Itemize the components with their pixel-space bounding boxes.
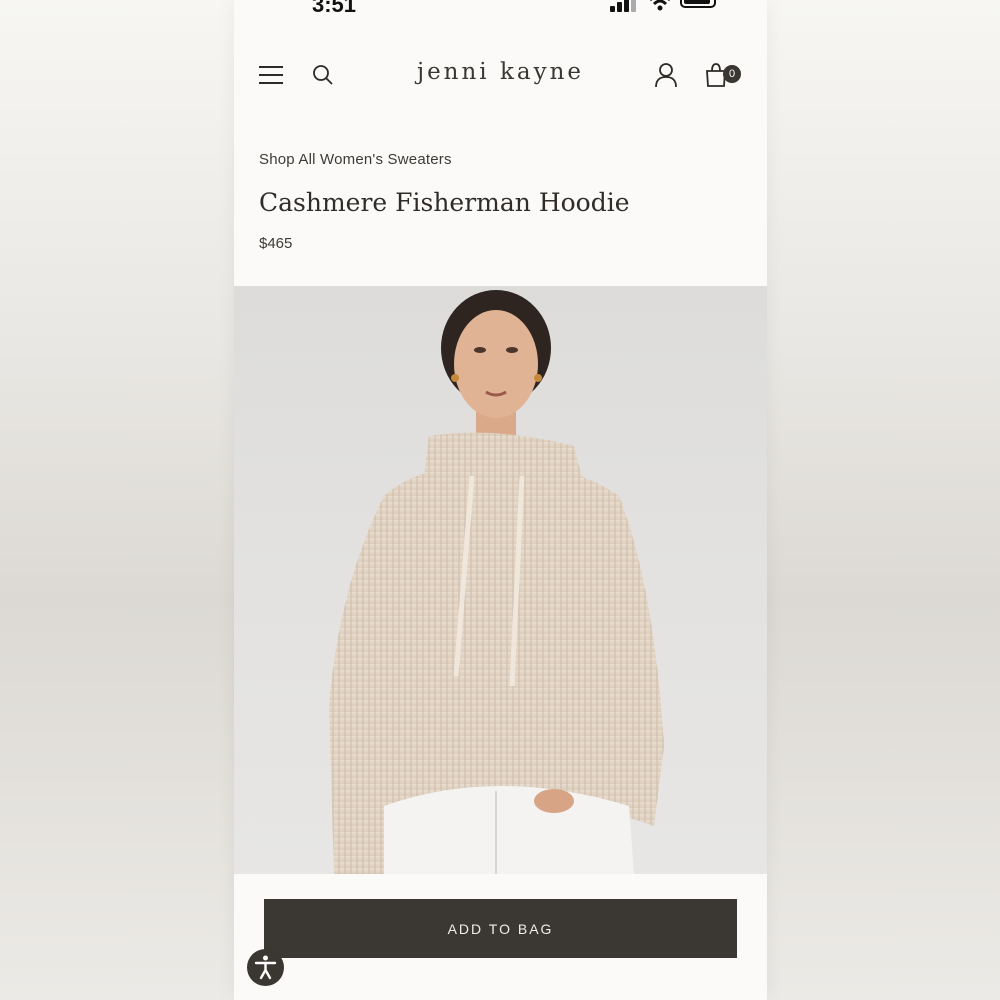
status-icons xyxy=(610,0,720,14)
product-image[interactable] xyxy=(234,286,767,874)
product-photo-illustration xyxy=(329,290,664,874)
battery-icon xyxy=(680,0,716,8)
background-left xyxy=(0,0,234,1000)
site-header: jenni kayne 0 xyxy=(234,55,767,95)
signal-icon xyxy=(610,0,640,12)
background-right xyxy=(767,0,1000,1000)
add-to-bag-button[interactable]: ADD TO BAG xyxy=(264,899,737,958)
brand-logo[interactable]: jenni kayne xyxy=(234,59,767,85)
product-price: $465 xyxy=(259,235,293,252)
product-title: Cashmere Fisherman Hoodie xyxy=(259,188,630,217)
phone-screen: 3:51 jenni kayne 0 Shop All Women's Swea… xyxy=(234,0,767,1000)
breadcrumb[interactable]: Shop All Women's Sweaters xyxy=(259,151,452,168)
account-icon[interactable] xyxy=(654,62,678,88)
status-time: 3:51 xyxy=(312,0,357,17)
bag-count-badge: 0 xyxy=(723,65,741,83)
accessibility-icon[interactable] xyxy=(247,949,284,986)
wifi-icon xyxy=(650,0,670,11)
